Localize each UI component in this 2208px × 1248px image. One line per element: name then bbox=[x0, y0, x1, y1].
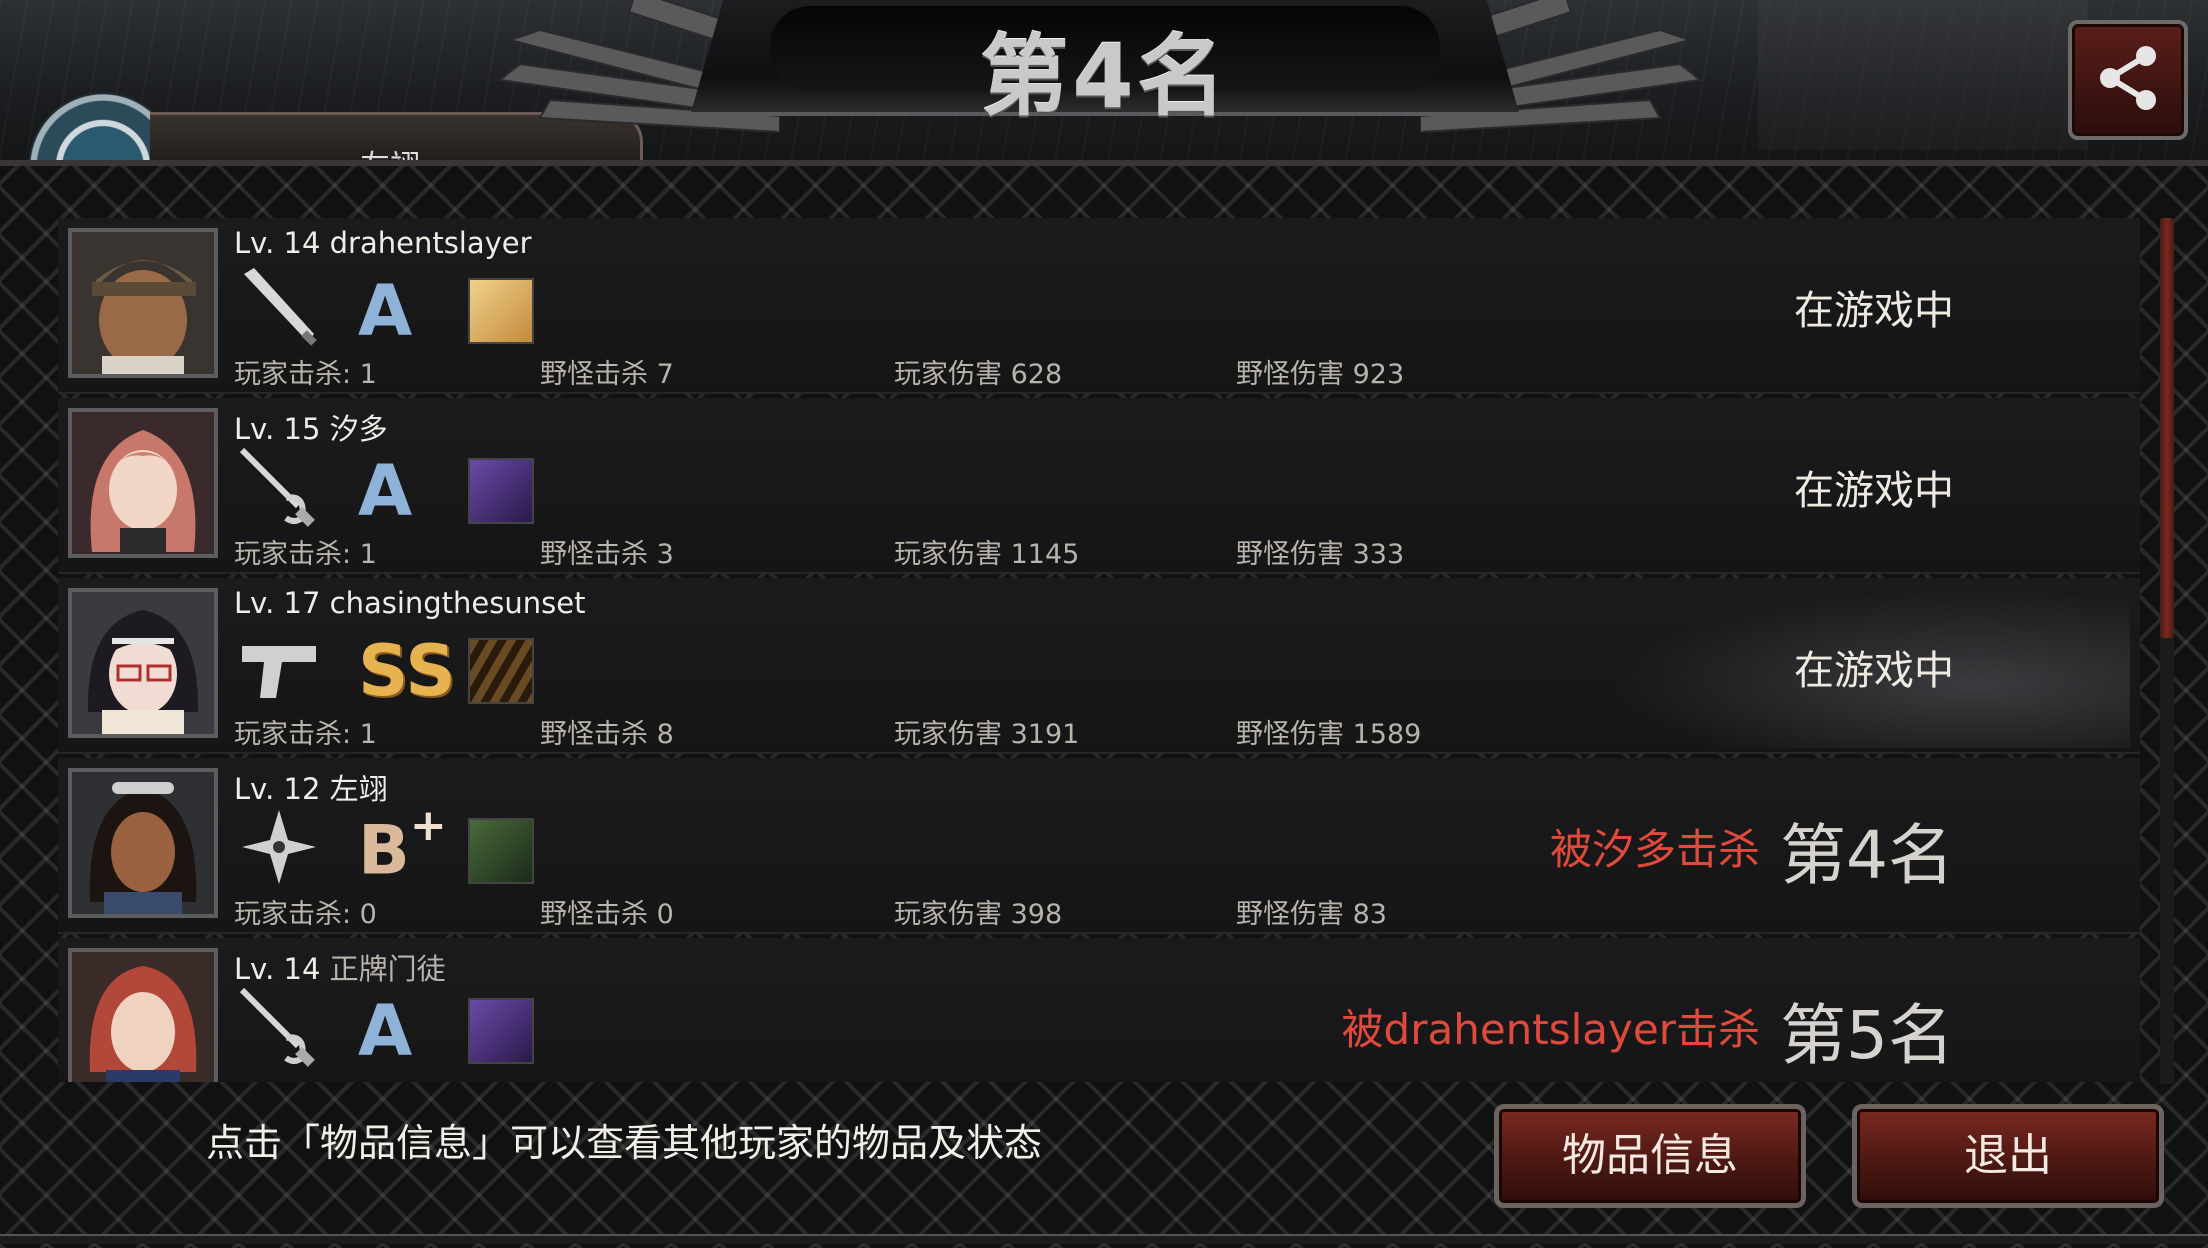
player-grade: B+ bbox=[358, 800, 447, 891]
player-portrait bbox=[68, 948, 218, 1082]
player-level-name: Lv. 12 左翊 bbox=[234, 772, 388, 806]
monster-kills: 野怪击杀 8 bbox=[540, 719, 674, 750]
purple-gear-icon[interactable] bbox=[468, 458, 534, 524]
player-row[interactable]: Lv. 14 drahentslayer A 玩家击杀: 1 野怪击杀 7 玩家… bbox=[58, 218, 2140, 394]
player-rank: 第5名 bbox=[1780, 997, 1954, 1074]
purple-gear-icon[interactable] bbox=[468, 998, 534, 1064]
item-info-button[interactable]: 物品信息 bbox=[1494, 1104, 1806, 1208]
monster-kills: 野怪击杀 3 bbox=[540, 539, 674, 570]
killed-by-text: 被drahentslayer击杀 bbox=[1341, 1005, 1760, 1054]
player-grade: A bbox=[358, 990, 413, 1072]
player-level-name: Lv. 14 正牌门徒 bbox=[234, 952, 446, 986]
player-row[interactable]: Lv. 14 正牌门徒 A 被drahentslayer击杀 第5名 bbox=[58, 938, 2140, 1082]
player-name: 正牌门徒 bbox=[329, 952, 446, 986]
monster-damage: 野怪伤害 1589 bbox=[1236, 719, 1422, 750]
monster-damage: 野怪伤害 83 bbox=[1236, 899, 1387, 930]
hand-item-icon[interactable] bbox=[468, 278, 534, 344]
player-level-name: Lv. 15 汐多 bbox=[234, 412, 388, 446]
player-row[interactable]: Lv. 15 汐多 A 玩家击杀: 1 野怪击杀 3 玩家伤害 1145 野怪伤… bbox=[58, 398, 2140, 574]
player-kills: 玩家击杀: 1 bbox=[234, 719, 377, 750]
killed-by-text: 被汐多击杀 bbox=[1549, 825, 1760, 874]
background-ruins bbox=[1758, 0, 2088, 150]
player-damage: 玩家伤害 398 bbox=[894, 899, 1063, 930]
player-row[interactable]: Lv. 12 左翊 B+ 玩家击杀: 0 野怪击杀 0 玩家伤害 398 野怪伤… bbox=[58, 758, 2140, 934]
player-status: 在游戏中 bbox=[1794, 468, 1954, 514]
player-status: 在游戏中 bbox=[1794, 288, 1954, 334]
scrollbar-thumb[interactable] bbox=[2160, 218, 2174, 638]
shuriken-icon bbox=[242, 810, 316, 884]
player-level-name: Lv. 14 drahentslayer bbox=[234, 226, 532, 260]
share-button[interactable] bbox=[2068, 20, 2188, 140]
baseball-bat-icon bbox=[244, 268, 317, 346]
rapier-icon bbox=[239, 447, 315, 527]
monster-damage: 野怪伤害 333 bbox=[1236, 539, 1405, 570]
monster-damage: 野怪伤害 923 bbox=[1236, 359, 1405, 390]
player-grade: SS bbox=[358, 630, 456, 712]
player-level-name: Lv. 17 chasingthesunset bbox=[234, 586, 586, 620]
list-scrollbar[interactable] bbox=[2160, 218, 2174, 1084]
player-status: 在游戏中 bbox=[1794, 648, 1954, 694]
monster-kills: 野怪击杀 0 bbox=[540, 899, 674, 930]
bottom-border bbox=[0, 1234, 2208, 1244]
rapier-icon bbox=[239, 987, 315, 1067]
player-portrait bbox=[68, 228, 218, 378]
monster-kills: 野怪击杀 7 bbox=[540, 359, 674, 390]
player-rank: 第4名 bbox=[1780, 817, 1954, 894]
player-kills: 玩家击杀: 0 bbox=[234, 899, 377, 930]
page-title: 第4名 bbox=[980, 25, 1230, 128]
player-kills: 玩家击杀: 1 bbox=[234, 359, 377, 390]
player-damage: 玩家伤害 1145 bbox=[894, 539, 1080, 570]
hint-text: 点击「物品信息」可以查看其他玩家的物品及状态 bbox=[206, 1121, 1043, 1165]
player-list[interactable]: Lv. 14 drahentslayer A 玩家击杀: 1 野怪击杀 7 玩家… bbox=[58, 218, 2140, 1082]
player-damage: 玩家伤害 628 bbox=[894, 359, 1063, 390]
player-damage: 玩家伤害 3191 bbox=[894, 719, 1080, 750]
player-row[interactable]: Lv. 17 chasingthesunset SS 玩家击杀: 1 野怪击杀 … bbox=[58, 578, 2140, 754]
grade-plus: + bbox=[409, 800, 447, 851]
exit-button[interactable]: 退出 bbox=[1852, 1104, 2164, 1208]
player-grade: A bbox=[358, 450, 413, 532]
player-grade: A bbox=[358, 270, 413, 352]
pistol-icon bbox=[242, 646, 316, 698]
player-portrait bbox=[68, 408, 218, 558]
player-portrait bbox=[68, 588, 218, 738]
player-portrait bbox=[68, 768, 218, 918]
figure-item-icon[interactable] bbox=[468, 818, 534, 884]
ammo-icon[interactable] bbox=[468, 638, 534, 704]
player-kills: 玩家击杀: 1 bbox=[234, 539, 377, 570]
share-icon bbox=[2100, 46, 2156, 110]
